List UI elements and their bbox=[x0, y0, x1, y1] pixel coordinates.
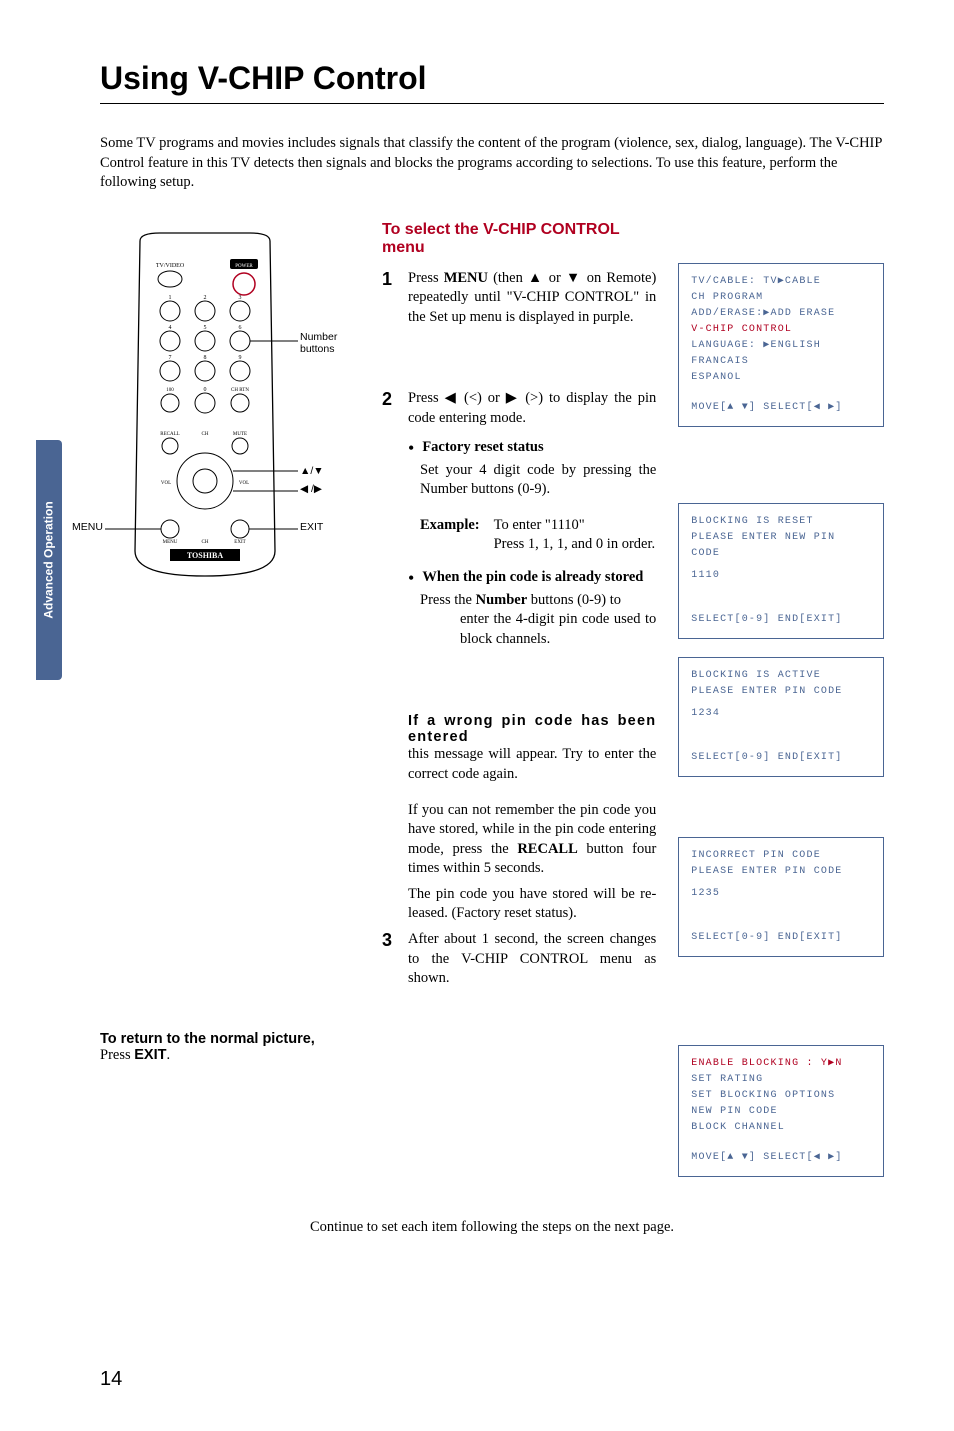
remote-diagram: TV/VIDEO POWER 1 2 3 4 5 6 7 8 bbox=[100, 231, 360, 601]
svg-text:9: 9 bbox=[239, 355, 242, 361]
label-number-buttons: Number buttons bbox=[300, 331, 360, 355]
svg-text:VOL: VOL bbox=[161, 481, 171, 486]
label-arrows-ud: ▲/▼ bbox=[300, 465, 324, 477]
title-rule bbox=[100, 103, 884, 104]
svg-text:CH RTN: CH RTN bbox=[231, 388, 249, 393]
step2-body: Press ◀ (<) or ▶ (>) to display the pin … bbox=[408, 389, 656, 428]
return-note-period: . bbox=[166, 1047, 170, 1063]
svg-text:2: 2 bbox=[204, 295, 207, 301]
return-note: To return to the normal picture, Press E… bbox=[100, 1031, 360, 1064]
wrong-pin-p3: The pin code you have stored will be re-… bbox=[408, 885, 656, 924]
svg-text:POWER: POWER bbox=[235, 264, 253, 269]
svg-text:TOSHIBA: TOSHIBA bbox=[187, 551, 224, 560]
svg-text:VOL: VOL bbox=[239, 481, 249, 486]
osd-blocking-active: BLOCKING IS ACTIVE PLEASE ENTER PIN CODE… bbox=[678, 657, 884, 777]
page-title: Using V-CHIP Control bbox=[100, 60, 884, 97]
intro-text: Some TV programs and movies includes sig… bbox=[100, 134, 884, 193]
svg-text:0: 0 bbox=[204, 387, 207, 393]
svg-text:3: 3 bbox=[239, 295, 242, 301]
osd-vchip-control-menu: ENABLE BLOCKING : Y▶N SET RATING SET BLO… bbox=[678, 1045, 884, 1177]
svg-text:MUTE: MUTE bbox=[233, 432, 247, 437]
bullet-icon: • bbox=[408, 439, 414, 457]
osd-incorrect-pin: INCORRECT PIN CODE PLEASE ENTER PIN CODE… bbox=[678, 837, 884, 957]
svg-text:RECALL: RECALL bbox=[160, 432, 179, 437]
svg-text:TV/VIDEO: TV/VIDEO bbox=[156, 263, 185, 269]
step3-number: 3 bbox=[382, 930, 398, 989]
wrong-pin-p1: this message will appear. Try to enter t… bbox=[408, 745, 656, 784]
label-arrows-lr: ◀ /▶ bbox=[300, 483, 322, 495]
svg-text:MENU: MENU bbox=[163, 540, 178, 545]
bullet-icon: • bbox=[408, 569, 414, 587]
svg-text:7: 7 bbox=[169, 355, 172, 361]
page-number: 14 bbox=[100, 1368, 122, 1391]
return-note-l1: To return to the normal picture, bbox=[100, 1031, 360, 1047]
svg-text:6: 6 bbox=[239, 325, 242, 331]
svg-text:8: 8 bbox=[204, 355, 207, 361]
return-note-exit: EXIT bbox=[134, 1047, 166, 1063]
step1-body: Press MENU (then ▲ or ▼ on Remote) repea… bbox=[408, 269, 656, 328]
label-menu: MENU bbox=[72, 521, 103, 533]
step2-number: 2 bbox=[382, 389, 398, 428]
section-heading: To select the V-CHIP CONTROL menu bbox=[382, 221, 656, 257]
factory-reset-head: Factory reset status bbox=[422, 439, 543, 457]
svg-text:4: 4 bbox=[169, 325, 172, 331]
example-block: Example: To enter "1110" Press 1, 1, 1, … bbox=[420, 516, 656, 555]
return-note-press: Press bbox=[100, 1047, 134, 1063]
pin-stored-head: When the pin code is already stored bbox=[422, 569, 643, 587]
svg-text:5: 5 bbox=[204, 325, 207, 331]
wrong-pin-head: If a wrong pin code has been entered bbox=[408, 713, 656, 745]
step1-number: 1 bbox=[382, 269, 398, 328]
wrong-pin-p2: If you can not remember the pin code you… bbox=[408, 801, 656, 879]
left-column: TV/VIDEO POWER 1 2 3 4 5 6 7 8 bbox=[100, 221, 360, 1177]
svg-text:CH: CH bbox=[202, 432, 209, 437]
pin-stored-l1: Press the Number buttons (0-9) to bbox=[420, 591, 656, 611]
continue-text: Continue to set each item following the … bbox=[100, 1219, 884, 1236]
factory-reset-body: Set your 4 digit code by pressing the Nu… bbox=[420, 461, 656, 500]
pin-stored-l2: enter the 4-digit pin code used to block… bbox=[460, 610, 656, 649]
svg-text:100: 100 bbox=[166, 388, 174, 393]
label-exit: EXIT bbox=[300, 521, 323, 533]
svg-text:EXIT: EXIT bbox=[234, 540, 245, 545]
osd-blocking-reset: BLOCKING IS RESET PLEASE ENTER NEW PIN C… bbox=[678, 503, 884, 639]
svg-text:CH: CH bbox=[202, 540, 209, 545]
step3-body: After about 1 second, the screen changes… bbox=[408, 930, 656, 989]
svg-text:1: 1 bbox=[169, 295, 172, 301]
osd-setup-menu: TV/CABLE: TV▶CABLE CH PROGRAM ADD/ERASE:… bbox=[678, 263, 884, 427]
